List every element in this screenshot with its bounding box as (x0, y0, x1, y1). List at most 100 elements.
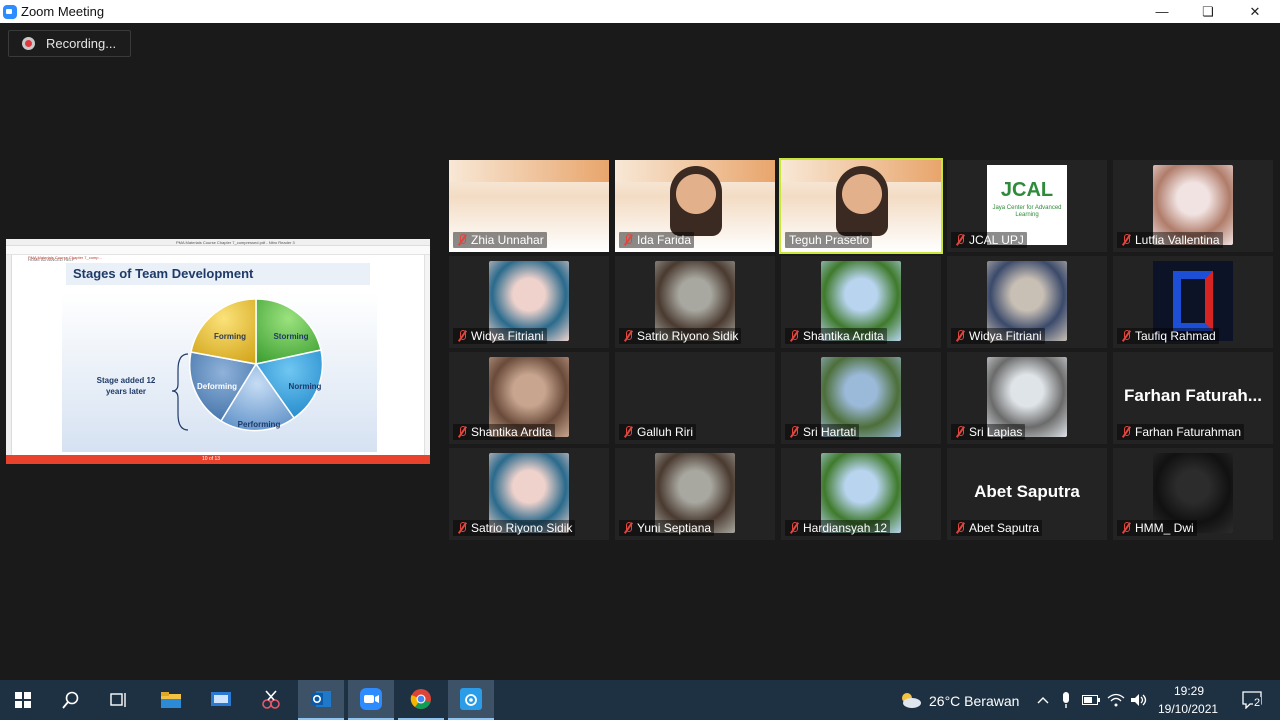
microphone-icon[interactable] (1056, 680, 1076, 720)
participant-tile[interactable]: Widya Fitriani (947, 256, 1107, 348)
notification-button[interactable]: 2 (1232, 680, 1272, 720)
close-button[interactable]: ✕ (1232, 0, 1278, 23)
participant-name: Teguh Prasetio (789, 233, 870, 247)
notification-count: 2 (1253, 697, 1262, 709)
muted-mic-icon (1119, 425, 1133, 439)
app-button[interactable] (198, 680, 244, 720)
participant-name: Shantika Ardita (803, 329, 884, 343)
participant-tile[interactable]: Farhan Faturah... Farhan Faturahman (1113, 352, 1273, 444)
participant-tile[interactable]: Sri Lapias (947, 352, 1107, 444)
participant-tile[interactable]: HMM_ Dwi (1113, 448, 1273, 540)
chrome-button[interactable] (398, 680, 444, 720)
recording-indicator[interactable]: Recording... (8, 30, 131, 57)
camera-app-button[interactable] (448, 680, 494, 720)
stage-added-label: Stage added 12 years later (96, 376, 156, 396)
participant-tile[interactable]: Galluh Riri (615, 352, 775, 444)
participant-nameplate: HMM_ Dwi (1117, 520, 1197, 536)
participant-tile[interactable]: Lutfia Vallentina (1113, 160, 1273, 252)
search-button[interactable] (48, 680, 94, 720)
participant-display-name: Farhan Faturah... (1124, 386, 1262, 405)
windows-icon (15, 692, 31, 708)
weather-text[interactable]: 26°C Berawan (929, 693, 1019, 709)
folder-icon (161, 692, 181, 708)
participant-name: Satrio Riyono Sidik (471, 521, 573, 535)
participant-nameplate: Abet Saputra (951, 520, 1043, 536)
muted-mic-icon (455, 233, 469, 247)
participant-tile[interactable]: Widya Fitriani (449, 256, 609, 348)
muted-mic-icon (1119, 233, 1133, 247)
participant-tile[interactable]: Teguh Prasetio (779, 158, 943, 254)
participant-tile[interactable]: Satrio Riyono Sidik (615, 256, 775, 348)
start-button[interactable] (0, 680, 46, 720)
task-view-button[interactable] (96, 680, 142, 720)
participant-tile[interactable]: Taufiq Rahmad (1113, 256, 1273, 348)
pdf-scrollbar (424, 255, 430, 455)
window-title: Zoom Meeting (21, 4, 105, 19)
participant-nameplate: Widya Fitriani (951, 328, 1045, 344)
participant-name: Sri Lapias (969, 425, 1023, 439)
participant-name: Shantika Ardita (471, 425, 552, 439)
chevron-up-icon[interactable] (1032, 680, 1054, 720)
pie-label-deforming: Deforming (197, 382, 237, 391)
participant-tile[interactable]: Satrio Riyono Sidik (449, 448, 609, 540)
participant-tile[interactable]: JCAL Jaya Center for Advanced Learning JCA… (947, 160, 1107, 252)
participant-name: HMM_ Dwi (1135, 521, 1194, 535)
pdf-title: PMA Materials Course Chapter 7_compresse… (176, 240, 295, 245)
muted-mic-icon (621, 233, 635, 247)
participant-tile[interactable]: Shantika Ardita (781, 256, 941, 348)
participant-name: Hardiansyah 12 (803, 521, 888, 535)
participant-name: Lutfia Vallentina (1135, 233, 1220, 247)
participant-tile[interactable]: Abet Saputra Abet Saputra (947, 448, 1107, 540)
clock-time[interactable]: 19:29 (1174, 684, 1204, 698)
participant-nameplate: Sri Lapias (951, 424, 1026, 440)
windows-taskbar: 26°C Berawan 19:29 19/10/2021 2 (0, 680, 1280, 720)
recording-dot-icon (22, 37, 35, 50)
slide-title: Stages of Team Development (73, 266, 254, 281)
muted-mic-icon (787, 521, 801, 535)
file-explorer-button[interactable] (148, 680, 194, 720)
participant-tile[interactable]: Yuni Septiana (615, 448, 775, 540)
brace (171, 353, 189, 431)
pie-label-norming: Norming (289, 382, 322, 391)
task-view-icon (110, 693, 126, 707)
title-bar: Zoom Meeting — ❏ ✕ (0, 0, 1280, 23)
participant-nameplate: Galluh Riri (619, 424, 697, 440)
participant-tile[interactable]: Shantika Ardita (449, 352, 609, 444)
participant-tile[interactable]: Ida Farida (615, 160, 775, 252)
participant-nameplate: Farhan Faturahman (1117, 424, 1245, 440)
participant-nameplate: Teguh Prasetio (785, 232, 873, 248)
participant-nameplate: Shantika Ardita (785, 328, 887, 344)
participant-tile[interactable]: Sri Hartati (781, 352, 941, 444)
muted-mic-icon (953, 329, 967, 343)
participant-nameplate: Widya Fitriani (453, 328, 547, 344)
participant-nameplate: Yuni Septiana (619, 520, 715, 536)
snipping-tool-button[interactable] (248, 680, 294, 720)
shared-screen[interactable]: PMA Materials Course Chapter 7_compresse… (6, 239, 430, 464)
participant-face (670, 166, 722, 236)
zoom-taskbar-button[interactable] (348, 680, 394, 720)
participant-face (836, 166, 888, 236)
participant-name: Farhan Faturahman (1135, 425, 1242, 439)
participant-tile[interactable]: Hardiansyah 12 (781, 448, 941, 540)
participant-tile[interactable]: Zhia Unnahar (449, 160, 609, 252)
participant-name: Satrio Riyono Sidik (637, 329, 739, 343)
restore-button[interactable]: ❏ (1185, 0, 1231, 23)
scissors-icon (262, 690, 280, 709)
participant-name: JCAL UPJ (969, 233, 1024, 247)
minimize-button[interactable]: — (1139, 0, 1185, 23)
clock-date[interactable]: 19/10/2021 (1158, 702, 1218, 716)
participant-name: Galluh Riri (637, 425, 694, 439)
wifi-icon[interactable] (1105, 680, 1127, 720)
jcal-logo-text: JCAL (1000, 179, 1054, 201)
participant-nameplate: Satrio Riyono Sidik (619, 328, 742, 344)
battery-icon[interactable] (1080, 680, 1102, 720)
participant-nameplate: JCAL UPJ (951, 232, 1027, 248)
volume-icon[interactable] (1128, 680, 1150, 720)
pdf-titlebar: PMA Materials Course Chapter 7_compresse… (6, 239, 430, 246)
participant-nameplate: Sri Hartati (785, 424, 860, 440)
participant-nameplate: Lutfia Vallentina (1117, 232, 1223, 248)
muted-mic-icon (787, 425, 801, 439)
weather-icon[interactable] (896, 680, 924, 720)
camera-app-icon (460, 688, 482, 710)
outlook-button[interactable] (298, 680, 344, 720)
